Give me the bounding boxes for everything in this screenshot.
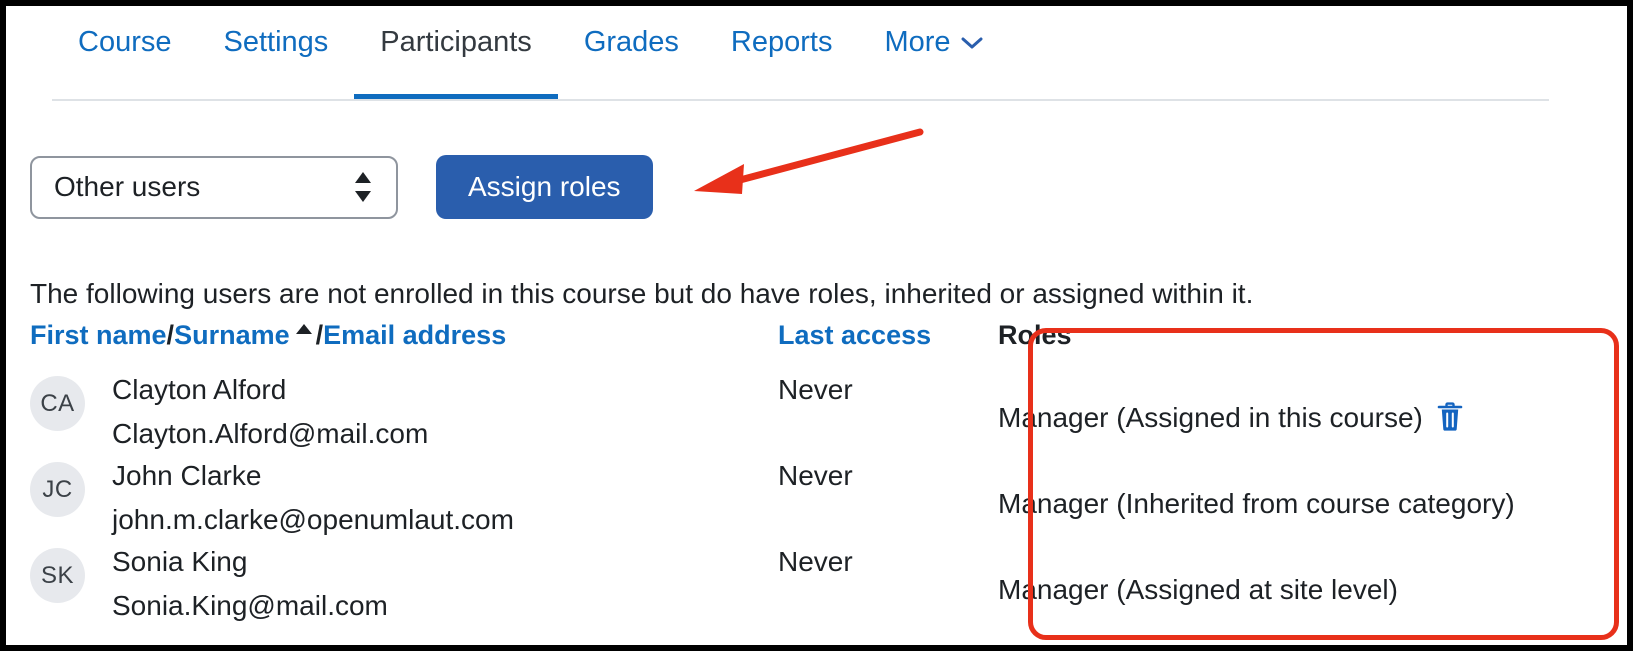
user-identity-cell: John Clarke john.m.clarke@openumlaut.com: [112, 454, 514, 542]
course-nav-tabbar: Course Settings Participants Grades Repo…: [6, 6, 1627, 102]
header-sort-first-name[interactable]: First name: [30, 320, 167, 350]
user-last-access: Never: [778, 374, 853, 405]
table-row: JC John Clarke john.m.clarke@openumlaut.…: [30, 454, 1615, 540]
assign-roles-button[interactable]: Assign roles: [436, 155, 653, 219]
sort-ascending-icon: [294, 321, 314, 337]
participants-filter-select[interactable]: Other users: [30, 155, 398, 219]
user-role-label: Manager (Assigned in this course): [998, 402, 1423, 433]
tab-settings-label: Settings: [223, 25, 329, 58]
participants-filter-value: Other users: [54, 171, 201, 202]
table-row: CA Clayton Alford Clayton.Alford@mail.co…: [30, 368, 1615, 454]
user-fullname[interactable]: Clayton Alford: [112, 368, 428, 412]
user-email: Clayton.Alford@mail.com: [112, 418, 429, 449]
user-last-access: Never: [778, 460, 853, 491]
course-nav-tablist: Course Settings Participants Grades Repo…: [52, 6, 1009, 102]
tab-reports[interactable]: Reports: [705, 6, 859, 78]
table-header-row: First name/Surname/Email address Last ac…: [30, 320, 1615, 364]
tab-reports-label: Reports: [730, 25, 833, 58]
tab-more[interactable]: More: [858, 6, 1008, 78]
user-email: john.m.clarke@openumlaut.com: [112, 504, 514, 535]
header-sort-surname[interactable]: Surname: [174, 320, 290, 350]
participants-toolbar: Other users Assign roles: [30, 155, 653, 219]
tab-settings[interactable]: Settings: [198, 6, 355, 78]
tab-more-label: More: [884, 25, 951, 58]
header-sort-last-access[interactable]: Last access: [778, 320, 931, 351]
red-arrow-icon: [694, 128, 924, 194]
table-row: SK Sonia King Sonia.King@mail.com Never …: [30, 540, 1615, 626]
user-role-label: Manager (Inherited from course category): [998, 488, 1515, 519]
screenshot-frame: Course Settings Participants Grades Repo…: [0, 0, 1633, 651]
page-description: The following users are not enrolled in …: [30, 278, 1254, 309]
tab-grades[interactable]: Grades: [558, 6, 705, 78]
avatar: JC: [30, 462, 85, 517]
user-last-access: Never: [778, 546, 853, 577]
user-roles-cell: Manager (Assigned at site level): [998, 568, 1398, 612]
header-sort-email-address[interactable]: Email address: [323, 320, 506, 350]
user-fullname[interactable]: Sonia King: [112, 540, 388, 584]
user-identity-cell: Clayton Alford Clayton.Alford@mail.com: [112, 368, 428, 456]
user-identity-cell: Sonia King Sonia.King@mail.com: [112, 540, 388, 628]
header-separator-1: /: [166, 320, 175, 350]
user-fullname[interactable]: John Clarke: [112, 454, 514, 498]
tab-course-label: Course: [78, 25, 172, 58]
header-name-email-group: First name/Surname/Email address: [30, 320, 506, 351]
chevron-down-icon: [961, 34, 983, 54]
avatar: SK: [30, 548, 85, 603]
user-roles-cell: Manager (Assigned in this course): [998, 396, 1463, 440]
tab-participants[interactable]: Participants: [354, 6, 558, 99]
tab-participants-label: Participants: [380, 25, 532, 58]
updown-arrows-icon: [352, 170, 374, 204]
user-roles-cell: Manager (Inherited from course category): [998, 482, 1515, 526]
table-body: CA Clayton Alford Clayton.Alford@mail.co…: [30, 368, 1615, 626]
header-separator-2: /: [315, 320, 324, 350]
other-users-table: First name/Surname/Email address Last ac…: [30, 320, 1615, 626]
header-roles: Roles: [998, 320, 1072, 350]
user-email: Sonia.King@mail.com: [112, 590, 388, 621]
avatar: CA: [30, 376, 85, 431]
tab-grades-label: Grades: [583, 25, 679, 58]
trash-icon[interactable]: [1437, 402, 1463, 432]
tabbar-divider: [52, 99, 1549, 101]
user-role-label: Manager (Assigned at site level): [998, 574, 1398, 605]
tab-course[interactable]: Course: [52, 6, 198, 78]
